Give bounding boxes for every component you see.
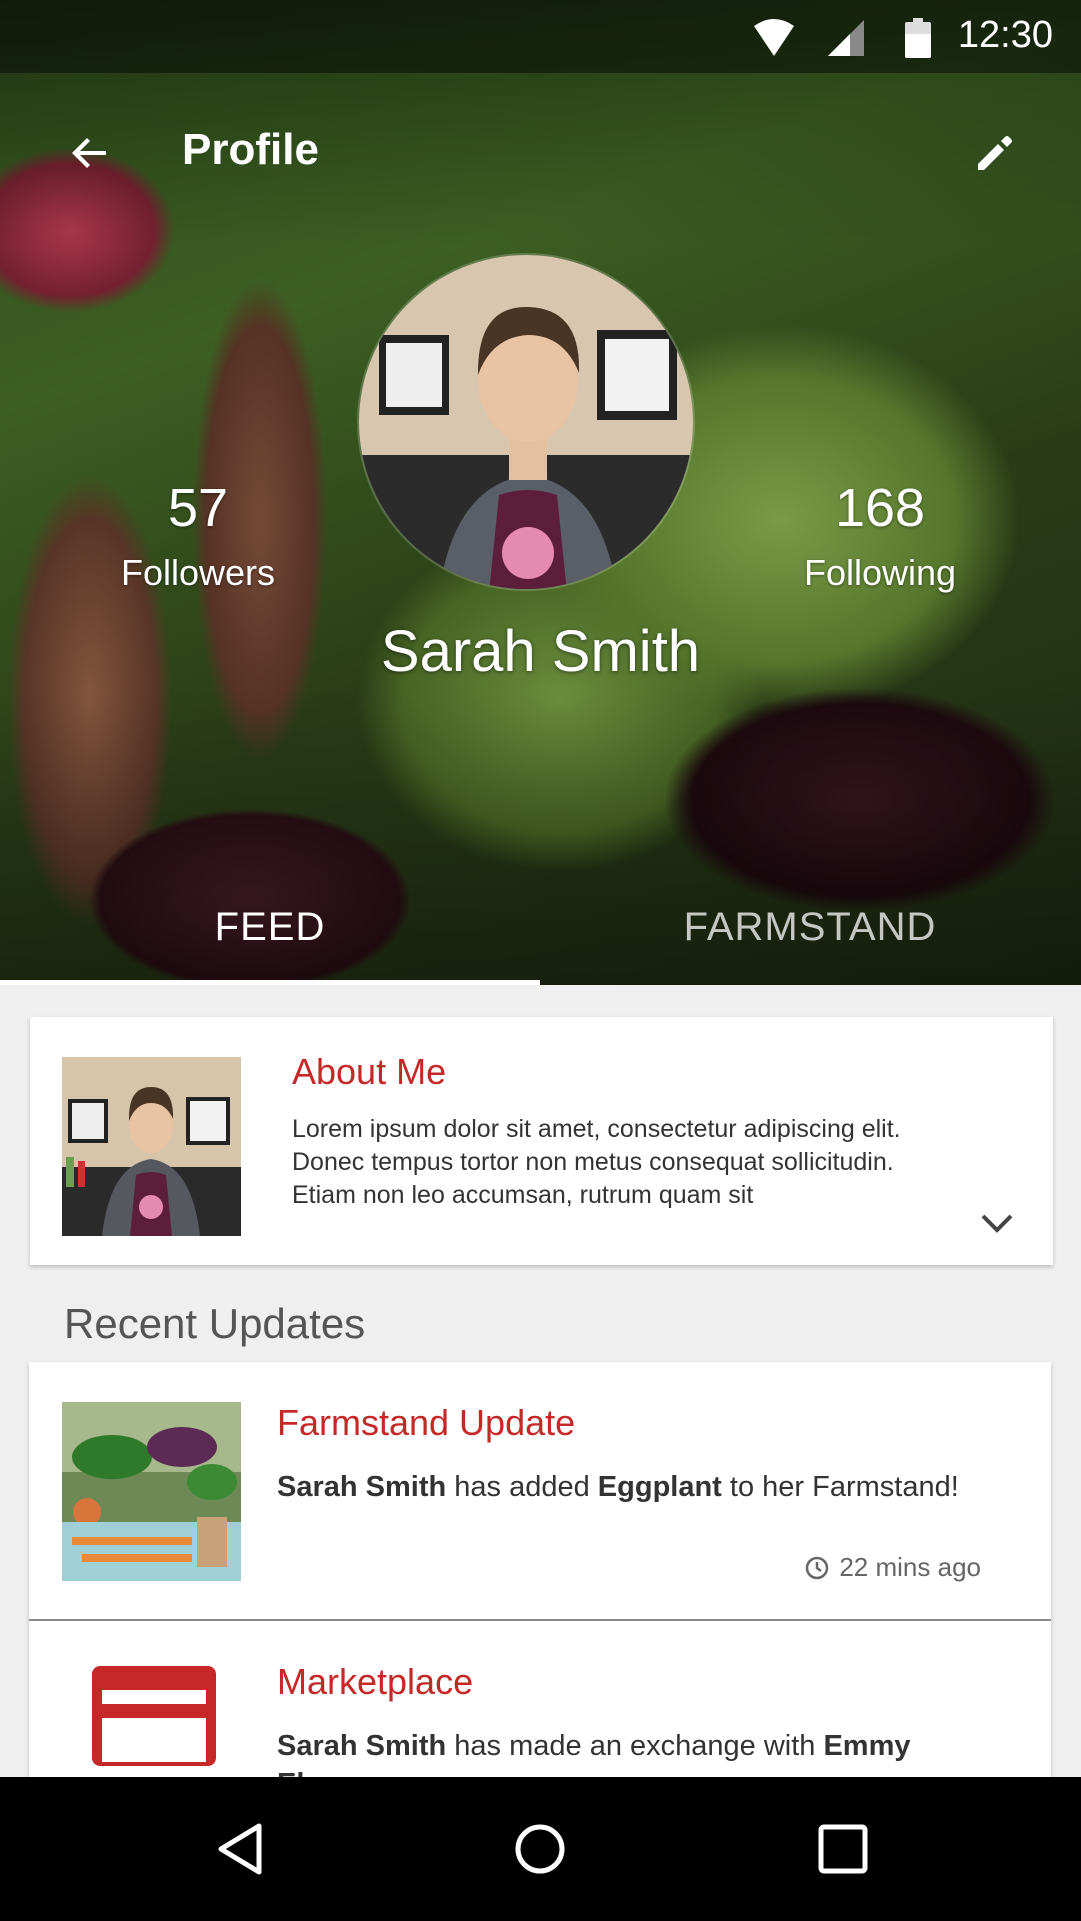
page-title: Profile bbox=[182, 125, 319, 174]
update-title: Marketplace bbox=[277, 1661, 474, 1702]
tab-farmstand[interactable]: FARMSTAND bbox=[540, 870, 1080, 985]
following-count: 168 bbox=[834, 478, 926, 538]
followers-count: 57 bbox=[167, 478, 229, 538]
pencil-edit-icon bbox=[978, 136, 1012, 170]
chevron-down-icon bbox=[981, 1214, 1013, 1233]
clock-icon bbox=[806, 1556, 829, 1579]
marketplace-card-icon bbox=[92, 1666, 216, 1766]
edit-profile-button[interactable] bbox=[965, 123, 1025, 183]
about-text: Lorem ipsum dolor sit amet, consectetur … bbox=[292, 1115, 901, 1209]
app-bar: Profile bbox=[0, 73, 1081, 233]
tab-indicator bbox=[0, 980, 540, 985]
update-actor[interactable]: Sarah Smith bbox=[277, 1730, 446, 1762]
status-time: 12:30 bbox=[957, 14, 1053, 56]
tab-bar: FEED FARMSTAND bbox=[0, 870, 1081, 985]
update-object[interactable]: Eggplant bbox=[598, 1471, 722, 1503]
battery-icon bbox=[905, 18, 931, 63]
triangle-back-icon bbox=[218, 1823, 262, 1875]
update-tail: to her Farmstand! bbox=[721, 1471, 959, 1503]
circle-home-icon bbox=[515, 1824, 565, 1874]
update-action: has made an exchange with bbox=[446, 1730, 824, 1762]
system-nav-bar bbox=[0, 1777, 1081, 1921]
nav-home-button[interactable] bbox=[508, 1817, 572, 1881]
wifi-icon bbox=[752, 18, 796, 63]
avatar[interactable] bbox=[357, 253, 695, 591]
square-recents-icon bbox=[818, 1824, 868, 1874]
back-button[interactable] bbox=[60, 123, 120, 183]
app-root: 12:30 Profile 57 Followers 168 Following… bbox=[0, 0, 1081, 1921]
update-text: Sarah Smith has added Eggplant to her Fa… bbox=[277, 1468, 1007, 1506]
followers-label: Followers bbox=[120, 552, 276, 593]
update-item-farmstand[interactable]: Farmstand Update Sarah Smith has added E… bbox=[29, 1362, 1051, 1619]
expand-about-button[interactable] bbox=[977, 1209, 1017, 1239]
about-photo bbox=[62, 1057, 241, 1236]
followers-stat[interactable]: 57 Followers bbox=[88, 478, 308, 594]
signal-icon bbox=[826, 18, 866, 63]
update-time-text: 22 mins ago bbox=[839, 1552, 981, 1582]
nav-back-button[interactable] bbox=[208, 1817, 272, 1881]
following-label: Following bbox=[803, 552, 957, 593]
update-thumbnail bbox=[62, 1402, 241, 1581]
tab-feed[interactable]: FEED bbox=[0, 870, 540, 985]
about-title: About Me bbox=[292, 1051, 447, 1092]
avatar-photo bbox=[359, 255, 693, 589]
recent-updates-heading: Recent Updates bbox=[64, 1300, 366, 1347]
nav-recents-button[interactable] bbox=[811, 1817, 875, 1881]
status-bar: 12:30 bbox=[0, 0, 1081, 73]
update-title: Farmstand Update bbox=[277, 1402, 576, 1443]
update-actor[interactable]: Sarah Smith bbox=[277, 1471, 446, 1503]
profile-header-background: 12:30 Profile 57 Followers 168 Following… bbox=[0, 0, 1081, 985]
update-action: has added bbox=[446, 1471, 598, 1503]
arrow-back-icon bbox=[72, 138, 106, 168]
about-me-card[interactable]: About Me Lorem ipsum dolor sit amet, con… bbox=[30, 1017, 1053, 1265]
following-stat[interactable]: 168 Following bbox=[770, 478, 990, 594]
update-timestamp: 22 mins ago bbox=[805, 1552, 981, 1583]
profile-name: Sarah Smith bbox=[380, 619, 701, 684]
